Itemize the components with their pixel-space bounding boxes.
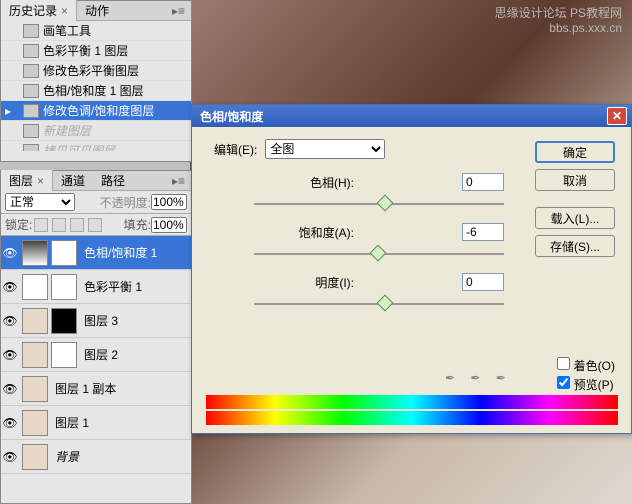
layer-row[interactable]: 👁 图层 3 [1,304,191,338]
edit-label: 编辑(E): [214,141,257,158]
spectrum-bar-bottom [206,411,618,425]
layers-tabs: 图层× 通道 路径 ▸≡ [1,171,191,191]
hue-slider[interactable] [254,195,504,213]
visibility-icon[interactable]: 👁 [1,280,19,294]
layer-row[interactable]: 👁 色彩平衡 1 [1,270,191,304]
ok-button[interactable]: 确定 [535,141,615,163]
layer-thumb [22,376,48,402]
layer-row[interactable]: 👁 图层 2 [1,338,191,372]
history-item[interactable]: ▸修改色调/饱和度图层 [1,101,191,121]
layer-row[interactable]: 👁 图层 1 [1,406,191,440]
edit-select[interactable]: 全图 [265,139,385,159]
layer-row[interactable]: 👁 图层 1 副本 [1,372,191,406]
layer-thumb [22,240,48,266]
dialog-titlebar[interactable]: 色相/饱和度 ✕ [192,105,631,127]
eyedropper-plus-icon[interactable]: ✒ [470,371,486,387]
layer-mask [51,240,77,266]
hue-input[interactable] [462,173,504,191]
layer-row[interactable]: 👁 色相/饱和度 1 [1,236,191,270]
save-button[interactable]: 存储(S)... [535,235,615,257]
layer-thumb [22,274,48,300]
history-list: 画笔工具 色彩平衡 1 图层 修改色彩平衡图层 色相/饱和度 1 图层 ▸修改色… [1,21,191,151]
history-item[interactable]: 新建图层 [1,121,191,141]
eyedropper-icon[interactable]: ✒ [445,371,461,387]
visibility-icon[interactable]: 👁 [1,246,19,260]
preview-checkbox[interactable]: 预览(P) [557,376,615,393]
blend-mode-select[interactable]: 正常 [5,193,75,211]
history-item[interactable]: 色彩平衡 1 图层 [1,41,191,61]
visibility-icon[interactable]: 👁 [1,416,19,430]
spectrum-bar-top [206,395,618,409]
lock-pixels-icon[interactable] [34,218,48,232]
eyedropper-minus-icon[interactable]: ✒ [496,371,512,387]
visibility-icon[interactable]: 👁 [1,314,19,328]
visibility-icon[interactable]: 👁 [1,450,19,464]
visibility-icon[interactable]: 👁 [1,348,19,362]
saturation-input[interactable] [462,223,504,241]
history-item[interactable]: 画笔工具 [1,21,191,41]
layer-name: 色相/饱和度 1 [80,244,191,261]
tab-paths[interactable]: 路径 [93,170,133,191]
fill-input[interactable] [151,217,187,233]
layer-name: 色彩平衡 1 [80,278,191,295]
lightness-input[interactable] [462,273,504,291]
history-item[interactable]: 修改色彩平衡图层 [1,61,191,81]
layer-mask [51,274,77,300]
layer-thumb [22,410,48,436]
layer-name: 图层 2 [80,346,191,363]
layer-name: 图层 1 副本 [51,380,191,397]
layer-row[interactable]: 👁 背景 [1,440,191,474]
layer-thumb [22,444,48,470]
layers-panel: 图层× 通道 路径 ▸≡ 正常 不透明度: 锁定: 填充: 👁 色相/饱和度 1 … [0,170,192,504]
layer-mask [51,342,77,368]
lightness-slider[interactable] [254,295,504,313]
layer-name: 图层 3 [80,312,191,329]
colorize-checkbox[interactable]: 着色(O) [557,357,615,374]
opacity-input[interactable] [151,194,187,210]
saturation-label: 饱和度(A): [254,224,354,241]
close-icon[interactable]: × [37,174,44,188]
panel-menu-icon[interactable]: ▸≡ [166,4,191,18]
lock-all-icon[interactable] [70,218,84,232]
history-tabs: 历史记录× 动作 ▸≡ [1,1,191,21]
tab-actions[interactable]: 动作 [77,0,117,21]
layer-thumb [22,342,48,368]
layers-list: 👁 色相/饱和度 1 👁 色彩平衡 1 👁 图层 3 👁 图层 2 👁 图层 1 副本 👁… [1,236,191,488]
blend-opacity-row: 正常 不透明度: [1,191,191,214]
close-icon[interactable]: × [61,4,68,18]
hue-label: 色相(H): [254,174,354,191]
layer-thumb [22,308,48,334]
fill-label: 填充: [124,216,151,233]
cancel-button[interactable]: 取消 [535,169,615,191]
saturation-slider[interactable] [254,245,504,263]
lock-transparency-icon[interactable] [88,218,102,232]
panel-menu-icon[interactable]: ▸≡ [166,174,191,188]
layer-name: 图层 1 [51,414,191,431]
lock-position-icon[interactable] [52,218,66,232]
layer-name: 背景 [51,448,191,465]
history-item[interactable]: 色相/饱和度 1 图层 [1,81,191,101]
history-item[interactable]: 拷贝可见图层 [1,141,191,151]
tab-history[interactable]: 历史记录× [1,0,77,21]
history-panel: 历史记录× 动作 ▸≡ 画笔工具 色彩平衡 1 图层 修改色彩平衡图层 色相/饱… [0,0,192,162]
lock-fill-row: 锁定: 填充: [1,214,191,236]
lightness-label: 明度(I): [254,274,354,291]
tab-channels[interactable]: 通道 [53,170,93,191]
opacity-label: 不透明度: [100,194,151,211]
visibility-icon[interactable]: 👁 [1,382,19,396]
watermark: 思缘设计论坛 PS教程网 bbs.ps.xxx.cn [495,4,622,35]
hue-saturation-dialog: 色相/饱和度 ✕ 编辑(E): 全图 色相(H): 饱和度(A): 明度(I):… [191,104,632,434]
layer-mask [51,308,77,334]
eyedropper-tools: ✒ ✒ ✒ [442,371,515,387]
lock-label: 锁定: [5,216,32,233]
close-button[interactable]: ✕ [607,107,627,125]
load-button[interactable]: 载入(L)... [535,207,615,229]
dialog-title: 色相/饱和度 [200,108,263,125]
tab-layers[interactable]: 图层× [1,170,53,191]
